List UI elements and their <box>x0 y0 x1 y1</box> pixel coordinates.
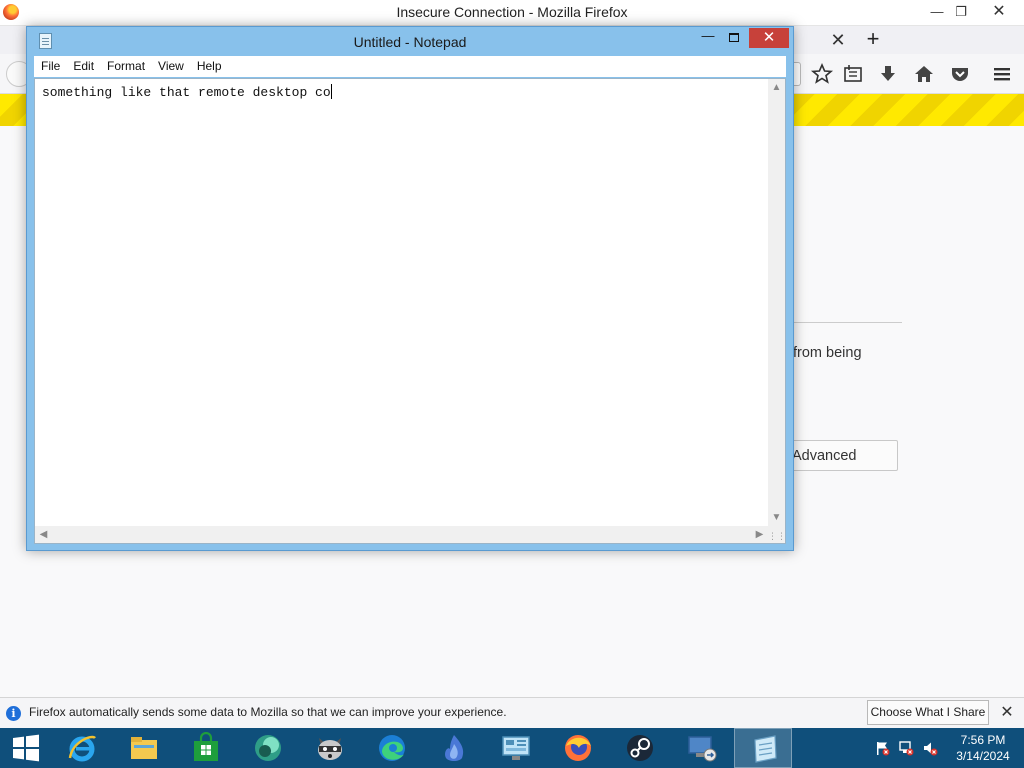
green-app-icon <box>255 735 281 761</box>
firefox-restore-button[interactable]: ❐ <box>946 2 976 22</box>
notepad-maximize-button[interactable] <box>721 29 747 49</box>
notepad-window: Untitled - Notepad — ✕ File Edit Format Vie… <box>26 26 794 551</box>
windows-taskbar: 7:56 PM 3/14/2024 <box>0 728 1024 768</box>
notification-close-icon[interactable]: ✕ <box>997 702 1017 724</box>
warning-body-text: from being <box>793 345 862 361</box>
menu-format[interactable]: Format <box>100 56 151 73</box>
notepad-minimize-button[interactable]: — <box>695 29 721 49</box>
new-tab-button[interactable]: + <box>862 27 884 51</box>
content-divider <box>780 322 902 323</box>
telemetry-notification-bar: i Firefox automatically sends some data … <box>0 697 1024 728</box>
advanced-button[interactable]: Advanced <box>780 440 898 471</box>
taskbar-green-app[interactable] <box>238 728 296 768</box>
notepad-menubar: File Edit Format View Help <box>34 56 786 77</box>
edge-icon <box>379 735 405 761</box>
blue-flame-icon <box>445 735 464 761</box>
download-icon[interactable] <box>876 62 900 86</box>
file-explorer-icon <box>131 737 157 759</box>
library-icon[interactable] <box>841 62 865 86</box>
taskbar-store[interactable] <box>176 728 234 768</box>
menu-view[interactable]: View <box>151 56 190 73</box>
internet-explorer-icon <box>68 735 96 762</box>
start-button[interactable] <box>0 728 52 768</box>
clock-time: 7:56 PM <box>960 733 1006 747</box>
notification-text: Firefox automatically sends some data to… <box>29 705 507 719</box>
notepad-titlebar[interactable]: Untitled - Notepad — ✕ <box>27 27 793 55</box>
menu-file[interactable]: File <box>34 56 66 73</box>
info-icon: i <box>6 706 21 721</box>
store-icon <box>194 732 218 761</box>
notepad-icon <box>754 735 777 763</box>
control-panel-icon <box>502 736 530 760</box>
taskbar-file-explorer[interactable] <box>114 728 172 768</box>
scroll-down-icon[interactable]: ▼ <box>768 509 785 526</box>
windows-logo-icon <box>13 734 39 762</box>
firefox-window-title: Insecure Connection - Mozilla Firefox <box>396 4 628 20</box>
taskbar-firefox[interactable] <box>548 728 606 768</box>
taskbar-clock[interactable]: 7:56 PM 3/14/2024 <box>950 732 1016 764</box>
steam-icon <box>627 735 653 761</box>
desktop-screen: Insecure Connection - Mozilla Firefox — … <box>0 0 1024 768</box>
taskbar-remote-desktop[interactable] <box>672 728 730 768</box>
taskbar-notepad[interactable] <box>734 728 792 768</box>
resize-grip-icon[interactable]: ⋮⋮ <box>768 526 786 543</box>
taskbar-edge[interactable] <box>362 728 420 768</box>
notepad-content-text: something like that remote desktop co <box>42 85 331 100</box>
firefox-titlebar: Insecure Connection - Mozilla Firefox — … <box>0 0 1024 26</box>
pocket-icon[interactable] <box>948 62 972 86</box>
notepad-content[interactable]: something like that remote desktop co <box>42 84 332 100</box>
taskbar-blue-flame-app[interactable] <box>424 728 482 768</box>
scroll-right-icon[interactable]: ▶ <box>751 526 768 543</box>
volume-muted-icon[interactable] <box>922 740 938 756</box>
taskbar-control-panel[interactable] <box>486 728 544 768</box>
taskbar-raccoon-app[interactable] <box>300 728 358 768</box>
clock-date: 3/14/2024 <box>956 749 1010 763</box>
notepad-close-button[interactable]: ✕ <box>749 28 789 48</box>
text-caret <box>330 84 332 99</box>
network-icon[interactable] <box>898 740 914 756</box>
firefox-icon <box>565 735 591 761</box>
menu-icon[interactable] <box>990 62 1014 86</box>
firefox-close-button[interactable]: ✕ <box>980 2 1018 22</box>
menu-help[interactable]: Help <box>190 56 228 73</box>
vertical-scrollbar[interactable]: ▲ ▼ <box>768 79 785 526</box>
scroll-left-icon[interactable]: ◀ <box>35 526 52 543</box>
tab-close-icon[interactable]: ✕ <box>828 29 848 51</box>
raccoon-app-icon <box>318 738 342 760</box>
action-center-flag-icon[interactable] <box>874 740 890 756</box>
notepad-text-area[interactable]: something like that remote desktop co ▲ … <box>34 78 786 544</box>
choose-what-i-share-button[interactable]: Choose What I Share <box>867 700 989 725</box>
scroll-up-icon[interactable]: ▲ <box>768 79 785 96</box>
horizontal-scrollbar[interactable]: ◀ ▶ <box>35 526 768 543</box>
taskbar-steam[interactable] <box>610 728 668 768</box>
remote-desktop-icon <box>688 736 717 762</box>
menu-edit[interactable]: Edit <box>66 56 100 73</box>
home-icon[interactable] <box>912 62 936 86</box>
notepad-window-title: Untitled - Notepad <box>353 34 467 50</box>
bookmark-star-icon[interactable] <box>810 62 834 86</box>
system-tray <box>872 740 942 758</box>
taskbar-internet-explorer[interactable] <box>52 728 110 768</box>
